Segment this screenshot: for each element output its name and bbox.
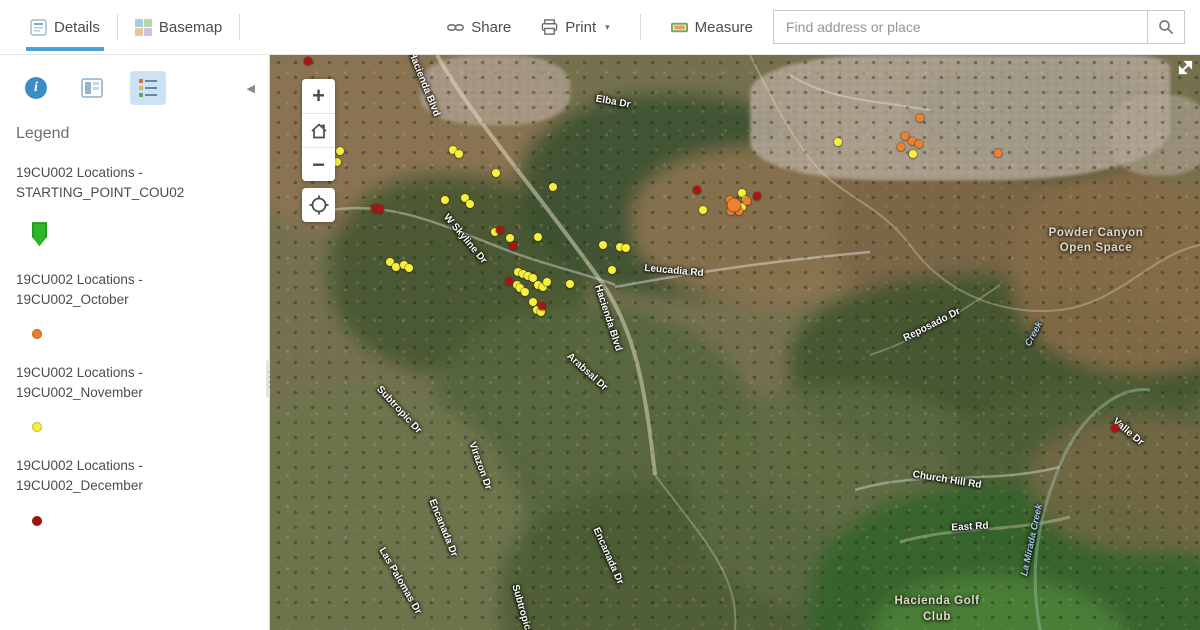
map-point-november[interactable] [466, 200, 474, 208]
search-submit-button[interactable] [1147, 11, 1184, 43]
map-point-november[interactable] [909, 150, 917, 158]
map-point-december[interactable] [505, 277, 513, 285]
map-point-december[interactable] [376, 205, 384, 213]
legend-layer-december: 19CU002 Locations - 19CU002_December [0, 440, 269, 533]
map-point-december[interactable] [753, 192, 761, 200]
print-button[interactable]: Print ▾ [539, 13, 611, 42]
tab-legend[interactable] [130, 71, 166, 105]
map-point-november[interactable] [534, 233, 542, 241]
map-point-december[interactable] [1111, 424, 1119, 432]
map-point-november[interactable] [566, 280, 574, 288]
map-point-october[interactable] [743, 197, 751, 205]
map-controls: + − [302, 79, 335, 222]
map-point-december[interactable] [538, 302, 546, 310]
green-pin-symbol [32, 222, 47, 246]
map-point-november[interactable] [441, 196, 449, 204]
legend-layer-october: 19CU002 Locations - 19CU002_October [0, 254, 269, 347]
center-toolbar-group: Share Print ▾ Measure [445, 13, 755, 42]
search-bar [773, 10, 1185, 44]
legend-icon [136, 77, 160, 99]
map-point-november[interactable] [834, 138, 842, 146]
toolbar-divider [640, 14, 641, 40]
info-icon: i [25, 77, 47, 99]
map-point-november[interactable] [699, 206, 707, 214]
search-icon [1158, 19, 1174, 35]
share-link-icon [447, 19, 464, 36]
layer-title: 19CU002 Locations - 19CU002_October [16, 270, 251, 309]
map-point-november[interactable] [455, 150, 463, 158]
map-point-november[interactable] [549, 183, 557, 191]
orange-dot-symbol [32, 329, 42, 339]
sidebar-tab-bar: i ◀ [0, 55, 269, 115]
map-point-november[interactable] [492, 169, 500, 177]
print-label: Print [565, 19, 596, 36]
basemap-button[interactable]: Basemap [133, 13, 224, 42]
map-point-november[interactable] [336, 147, 344, 155]
content-icon [80, 77, 104, 99]
map-point-october[interactable] [916, 114, 924, 122]
legend-title: Legend [0, 115, 269, 147]
share-button[interactable]: Share [445, 13, 513, 42]
toolbar-divider [117, 14, 118, 40]
yellow-dot-symbol [32, 422, 42, 432]
details-icon [30, 19, 47, 36]
map-point-december[interactable] [693, 186, 701, 194]
map-point-october[interactable] [897, 143, 905, 151]
expand-map-button[interactable] [1177, 59, 1194, 81]
map-point-november[interactable] [622, 244, 630, 252]
details-label: Details [54, 19, 100, 36]
legend-layer-starting-point: 19CU002 Locations - STARTING_POINT_COU02 [0, 147, 269, 254]
map-point-december[interactable] [509, 242, 517, 250]
layer-title: 19CU002 Locations - 19CU002_December [16, 456, 251, 495]
share-label: Share [471, 19, 511, 36]
locate-button[interactable] [302, 188, 335, 222]
measure-button[interactable]: Measure [669, 13, 755, 42]
map-point-november[interactable] [599, 241, 607, 249]
print-icon [541, 19, 558, 36]
legend-layer-november: 19CU002 Locations - 19CU002_November [0, 347, 269, 440]
search-input[interactable] [774, 11, 1147, 43]
map-point-december[interactable] [304, 57, 312, 65]
measure-icon [671, 19, 688, 36]
layer-title: 19CU002 Locations - 19CU002_November [16, 363, 251, 402]
measure-label: Measure [695, 19, 753, 36]
left-toolbar-group: Details Basemap [28, 13, 255, 42]
print-dropdown-caret: ▾ [605, 22, 610, 33]
locate-icon [308, 194, 330, 216]
home-icon [309, 121, 329, 141]
zoom-out-button[interactable]: − [302, 147, 335, 181]
collapse-panel-arrow[interactable]: ◀ [247, 82, 255, 95]
map-point-november[interactable] [608, 266, 616, 274]
map-point-october[interactable] [915, 140, 923, 148]
map-point-november[interactable] [392, 263, 400, 271]
map-canvas[interactable]: Hacienda BlvdElba DrW Skyline DrLeucadia… [270, 55, 1200, 630]
map-point-november[interactable] [543, 278, 551, 286]
map-points-layer [270, 55, 1200, 630]
map-point-november[interactable] [521, 288, 529, 296]
top-toolbar: Details Basemap Share Prin [0, 0, 1200, 55]
details-sidebar: i ◀ Legend 19CU002 Locations - STARTING [0, 55, 270, 630]
basemap-label: Basemap [159, 19, 222, 36]
map-point-november[interactable] [506, 234, 514, 242]
map-point-november[interactable] [405, 264, 413, 272]
map-point-november[interactable] [529, 298, 537, 306]
home-button[interactable] [302, 113, 335, 147]
map-point-october[interactable] [994, 149, 1002, 157]
toolbar-divider [239, 14, 240, 40]
layer-title: 19CU002 Locations - STARTING_POINT_COU02 [16, 163, 251, 202]
map-point-october[interactable] [728, 199, 741, 212]
map-point-december[interactable] [496, 226, 504, 234]
details-tab[interactable]: Details [28, 13, 102, 42]
dark-red-dot-symbol [32, 516, 42, 526]
tab-content[interactable] [74, 71, 110, 105]
zoom-in-button[interactable]: + [302, 79, 335, 113]
basemap-icon [135, 19, 152, 36]
expand-icon [1177, 59, 1194, 76]
tab-about[interactable]: i [18, 71, 54, 105]
